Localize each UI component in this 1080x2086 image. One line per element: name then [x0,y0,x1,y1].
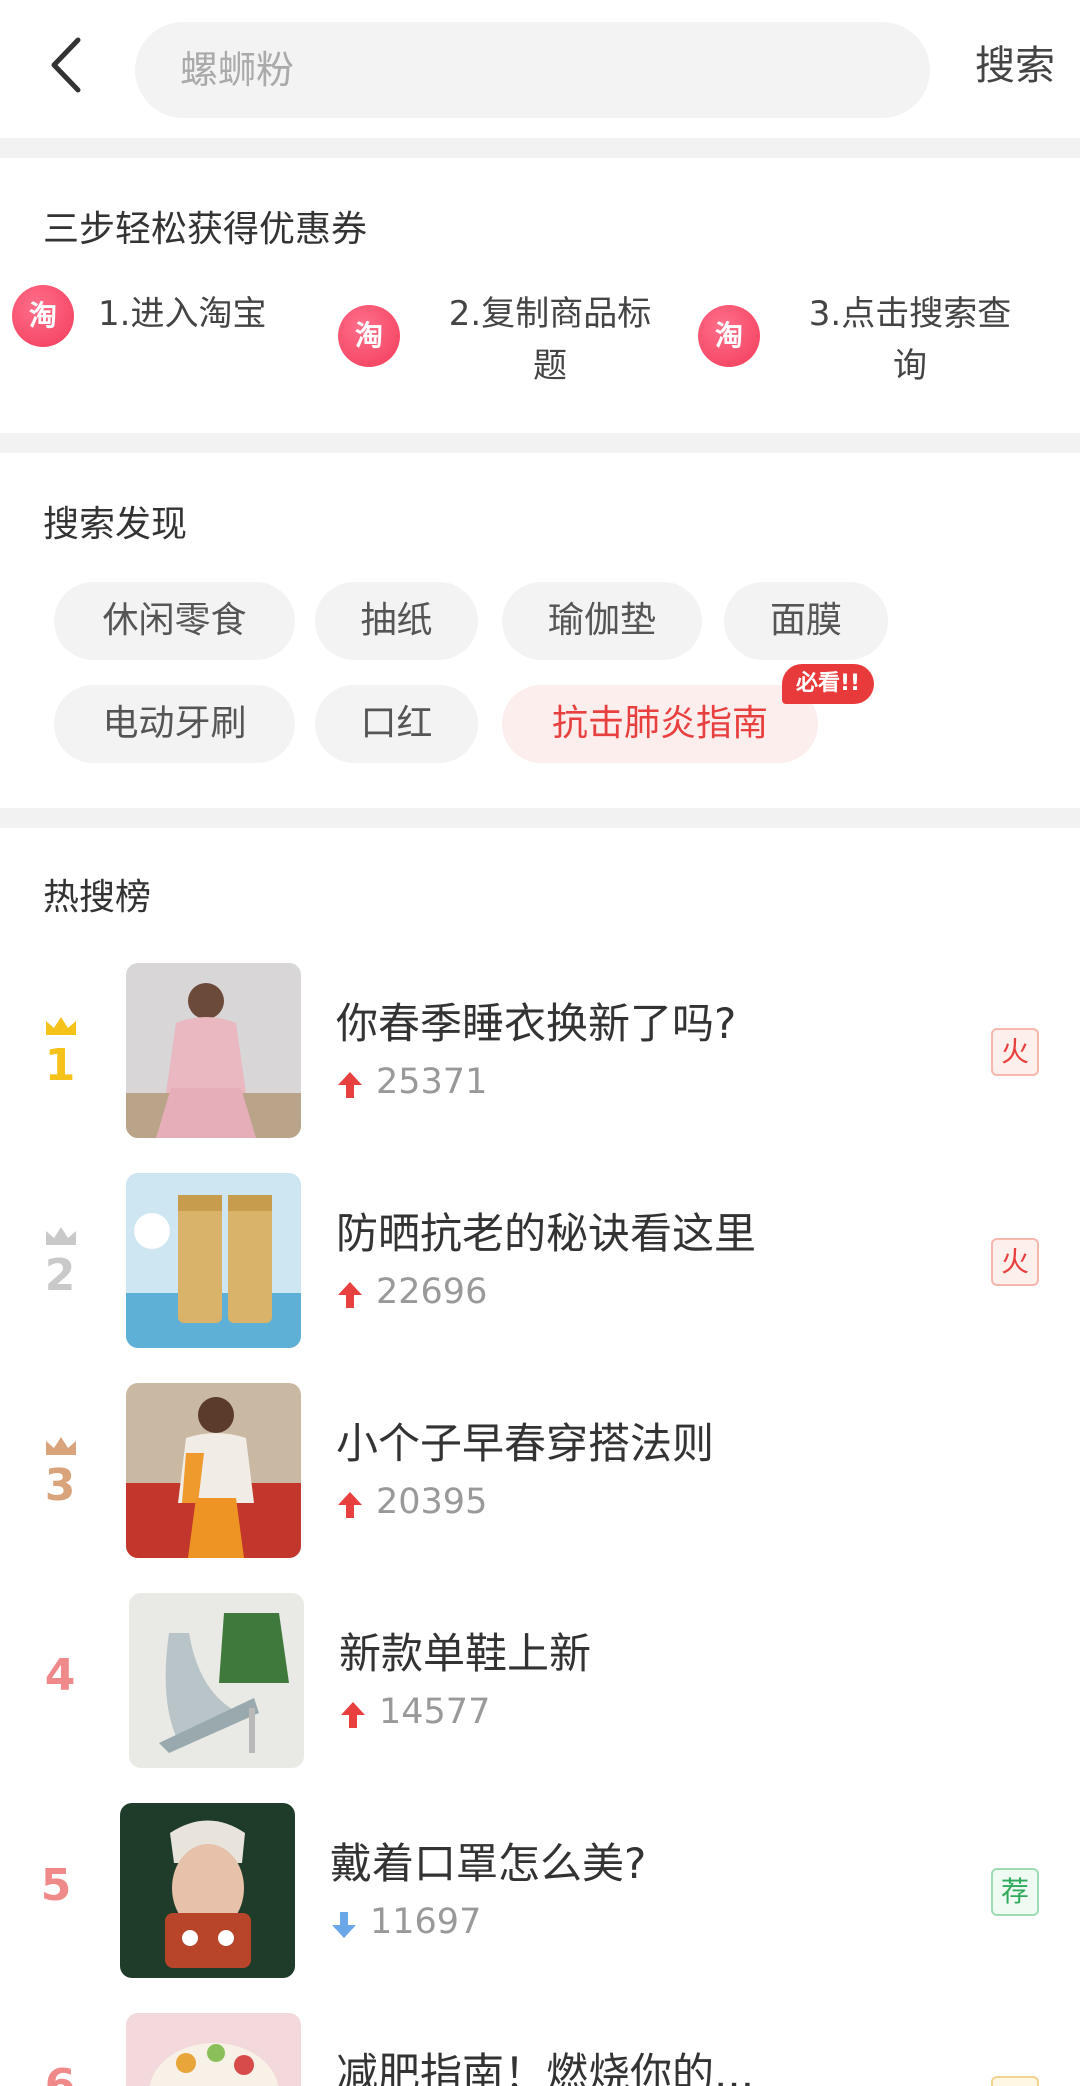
chevron-left-icon [51,37,81,93]
chip-snacks[interactable]: 休闲零食 [54,582,295,660]
coupon-section-title: 三步轻松获得优惠券 [43,209,368,250]
discover-section-title: 搜索发现 [43,504,188,545]
search-count: 11697 [370,1902,482,1942]
item-thumbnail [126,963,301,1138]
must-see-badge: 必看!! [782,664,875,704]
item-title: 你春季睡衣换新了吗? [336,999,737,1048]
search-count: 22696 [376,1272,488,1312]
rank-number: 1 [44,1040,76,1091]
item-thumbnail [129,1593,304,1768]
crown-icon [46,1227,76,1245]
arrow-up-icon [338,1072,362,1098]
chip-lipstick[interactable]: 口红 [315,685,478,763]
item-title: 新款单鞋上新 [339,1629,592,1678]
arrow-up-icon [338,1282,362,1308]
item-title: 减肥指南！燃烧你的... [336,2049,755,2086]
arrow-down-icon [332,1912,356,1938]
hot-section-title: 热搜榜 [43,877,152,918]
rank-number: 2 [44,1250,76,1301]
fire-tag: 火 [991,1238,1039,1286]
chip-pneumonia-guide[interactable]: 抗击肺炎指南 [502,685,818,763]
item-thumbnail [126,1383,301,1558]
crown-icon [46,1437,76,1455]
fire-tag: 火 [991,1028,1039,1076]
coupon-steps-card: 三步轻松获得优惠券 淘 1.进入淘宝 淘 2.复制商品标题 淘 3.点击搜索查询 [0,158,1080,433]
item-title: 防晒抗老的秘诀看这里 [336,1209,757,1258]
search-button[interactable]: 搜索 [960,28,1070,104]
chip-electric-toothbrush[interactable]: 电动牙刷 [54,685,295,763]
arrow-up-icon [338,1492,362,1518]
search-bar[interactable] [135,22,930,118]
chip-tissue[interactable]: 抽纸 [315,582,478,660]
top-bar: 搜索 [0,0,1080,138]
crown-icon [46,1017,76,1035]
step-3-text: 3.点击搜索查询 [808,294,1012,386]
rank-number: 6 [44,2060,76,2086]
taobao-icon: 淘 [698,305,760,367]
back-button[interactable] [40,30,100,100]
search-count: 20395 [376,1482,488,1522]
search-count: 14577 [379,1692,491,1732]
taobao-icon: 淘 [338,305,400,367]
search-input[interactable] [180,22,880,118]
search-count: 25371 [376,1062,488,1102]
item-thumbnail [126,1173,301,1348]
item-thumbnail [120,1803,295,1978]
step-1-text: 1.进入淘宝 [98,294,267,334]
tag [991,2076,1039,2086]
rank-number: 4 [44,1650,76,1701]
chip-yoga-mat[interactable]: 瑜伽垫 [502,582,702,660]
chip-face-mask[interactable]: 面膜 [724,582,888,660]
rank-number: 3 [44,1460,76,1511]
recommend-tag: 荐 [991,1868,1039,1916]
arrow-up-icon [341,1702,365,1728]
item-thumbnail [126,2013,301,2086]
item-title: 戴着口罩怎么美? [330,1839,647,1888]
item-title: 小个子早春穿搭法则 [336,1419,715,1468]
rank-number: 5 [40,1860,72,1911]
step-2-text: 2.复制商品标题 [448,294,652,386]
taobao-icon: 淘 [12,285,74,347]
